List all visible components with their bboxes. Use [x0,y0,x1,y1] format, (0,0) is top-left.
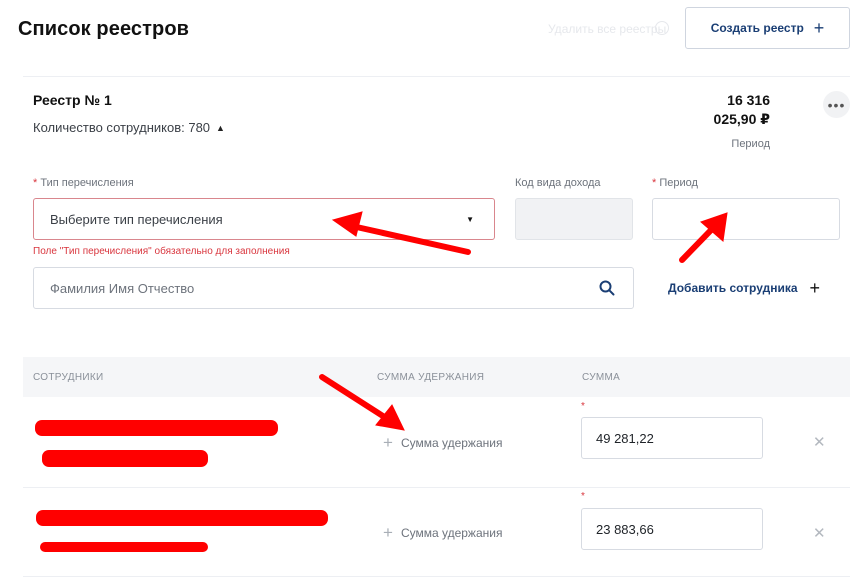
amount-input[interactable]: 23 883,66 [581,508,763,550]
plus-icon: + [813,18,825,38]
employees-count-toggle[interactable]: Количество сотрудников: 780 ▲ [33,120,225,135]
add-employee-button[interactable]: Добавить сотрудника + [668,279,820,297]
divider [23,76,850,77]
page-title: Список реестров [18,18,190,40]
employees-count-label: Количество сотрудников: 780 [33,120,211,135]
transfer-type-select[interactable]: Выберите тип перечисления ▼ [33,198,495,240]
redacted-name [35,420,278,436]
income-code-field [515,198,633,240]
amount-input[interactable]: 49 281,22 [581,417,763,459]
registry-total: 16 316 025,90 ₽ [714,91,770,129]
required-mark: * [581,491,585,502]
period-input[interactable] [652,198,840,240]
required-mark: * [581,401,585,412]
redacted-name [40,542,208,552]
registry-total-line2: 025,90 ₽ [713,111,770,127]
create-registry-label: Создать реестр [710,21,804,35]
transfer-type-placeholder: Выберите тип перечисления [50,211,223,227]
column-header-employees: Сотрудники [33,372,104,383]
column-header-amount: Сумма [582,372,621,383]
column-header-deduction: Сумма удержания [377,372,485,383]
dropdown-caret-icon: ▼ [466,214,474,224]
employee-search-input[interactable]: Фамилия Имя Отчество [33,267,634,309]
search-icon[interactable] [599,280,615,296]
close-icon[interactable]: ✕ [813,524,826,542]
transfer-type-error: Поле "Тип перечисления" обязательно для … [33,246,290,257]
add-employee-label: Добавить сотрудника [668,281,798,295]
period-label: * Период [652,177,698,189]
transfer-type-label: * Тип перечисления [33,177,134,189]
deduction-label: Сумма удержания [400,526,503,540]
redacted-name [42,450,208,467]
table-header: Сотрудники Сумма удержания Сумма [23,357,850,397]
required-mark: * [652,177,657,189]
add-deduction-button[interactable]: + Сумма удержания [383,523,502,543]
close-icon[interactable]: ✕ [813,433,826,451]
add-deduction-button[interactable]: + Сумма удержания [383,433,502,453]
row-divider [23,576,850,577]
redacted-name [36,510,328,526]
plus-icon: + [809,278,821,298]
required-mark: * [33,177,38,189]
plus-icon: + [383,433,393,452]
chevron-up-icon: ▲ [216,122,225,133]
create-registry-button[interactable]: Создать реестр + [685,7,850,49]
registry-title: Реестр № 1 [33,92,112,108]
deduction-label: Сумма удержания [400,436,503,450]
table-row: + Сумма удержания * 49 281,22 ✕ [0,397,852,487]
info-icon [655,21,669,35]
registry-period-label: Период [731,138,770,150]
transfer-type-label-text: Тип перечисления [40,177,134,189]
table-row: + Сумма удержания * 23 883,66 ✕ [0,488,852,578]
more-icon[interactable]: ••• [823,91,850,118]
search-placeholder: Фамилия Имя Отчество [50,280,195,296]
registry-total-line1: 16 316 [727,92,770,108]
period-label-text: Период [659,177,698,189]
income-code-label: Код вида дохода [515,177,601,189]
plus-icon: + [383,523,393,542]
delete-all-registries-link[interactable]: Удалить все реестры [548,22,666,36]
